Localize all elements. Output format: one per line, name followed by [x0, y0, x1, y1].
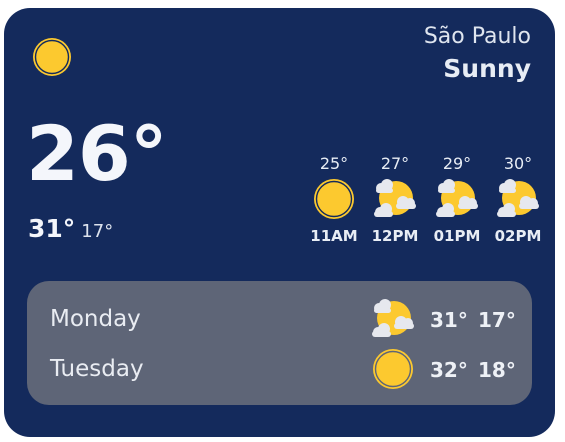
- current-temperature: 26°: [26, 109, 168, 198]
- hourly-item: 29° 01PM: [426, 153, 488, 253]
- day-high: 32°: [430, 358, 468, 382]
- current-high-low: 31° 17°: [28, 214, 113, 243]
- hourly-temp: 25°: [319, 154, 349, 173]
- hourly-temp: 29°: [442, 154, 472, 173]
- partly-cloudy-icon: [374, 179, 416, 217]
- current-high: 31°: [28, 214, 76, 243]
- daily-row: Tuesday 32° 18°: [27, 344, 532, 394]
- sun-icon: [33, 38, 71, 76]
- daily-forecast: Monday 31° 17° Tuesday 32° 18°: [27, 281, 532, 405]
- hourly-forecast: 25° 11AM 27° 12PM 29° 01PM 30° 02PM: [303, 153, 549, 253]
- day-name: Tuesday: [50, 356, 144, 382]
- day-low: 17°: [478, 308, 516, 332]
- hourly-item: 25° 11AM: [303, 153, 365, 253]
- partly-cloudy-icon: [497, 179, 539, 217]
- day-high: 31°: [430, 308, 468, 332]
- hourly-item: 27° 12PM: [364, 153, 426, 253]
- city-name: São Paulo: [423, 24, 531, 49]
- current-low: 17°: [81, 221, 114, 242]
- day-low: 18°: [478, 358, 516, 382]
- hourly-item: 30° 02PM: [487, 153, 549, 253]
- partly-cloudy-icon: [436, 179, 478, 217]
- hourly-time: 11AM: [310, 227, 358, 245]
- sun-icon: [373, 349, 413, 389]
- hourly-time: 01PM: [433, 227, 481, 245]
- day-name: Monday: [50, 306, 141, 332]
- hourly-temp: 30°: [503, 154, 533, 173]
- weather-card: São Paulo Sunny 26° 31°17° 25° 11AM 27°: [4, 8, 555, 437]
- hourly-time: 12PM: [371, 227, 419, 245]
- weather-condition: Sunny: [443, 54, 531, 83]
- hourly-temp: 27°: [380, 154, 410, 173]
- daily-row: Monday 31° 17°: [27, 294, 532, 344]
- partly-cloudy-icon: [372, 299, 414, 337]
- sun-icon: [314, 179, 354, 219]
- hourly-time: 02PM: [494, 227, 542, 245]
